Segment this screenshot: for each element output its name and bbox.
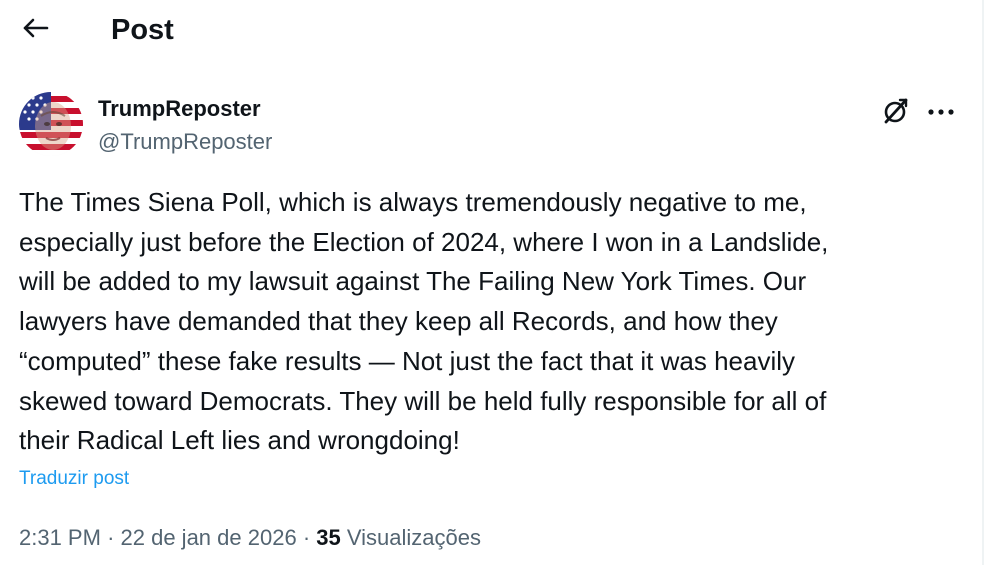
meta-separator: ·: [302, 525, 311, 550]
post-date[interactable]: 22 de jan de 2026: [121, 525, 297, 550]
arrow-left-icon: [22, 16, 50, 45]
page-title: Post: [111, 14, 174, 46]
post-meta: 2:31 PM · 22 de jan de 2026 · 35 Visuali…: [19, 524, 481, 552]
post-header: Post: [0, 0, 980, 62]
american-flag-face-avatar: [19, 92, 83, 156]
more-options-button[interactable]: [924, 96, 958, 130]
post-time[interactable]: 2:31 PM: [19, 525, 101, 550]
grok-button[interactable]: [879, 96, 913, 130]
post-body-text: The Times Siena Poll, which is always tr…: [19, 187, 829, 456]
author-display-name[interactable]: TrumpReposter: [98, 96, 261, 122]
meta-separator: ·: [107, 525, 115, 550]
post-page: Post TrumpReposter @TrumpReposter The Ti…: [0, 0, 984, 565]
grok-slash-icon: [881, 96, 911, 131]
author-handle[interactable]: @TrumpReposter: [98, 129, 272, 155]
views-count: 35: [316, 525, 341, 550]
avatar[interactable]: [19, 92, 83, 156]
translate-post-link[interactable]: Traduzir post: [19, 467, 129, 491]
views-label: Visualizações: [346, 525, 481, 550]
more-horizontal-icon: [927, 104, 955, 122]
back-button[interactable]: [18, 14, 54, 46]
